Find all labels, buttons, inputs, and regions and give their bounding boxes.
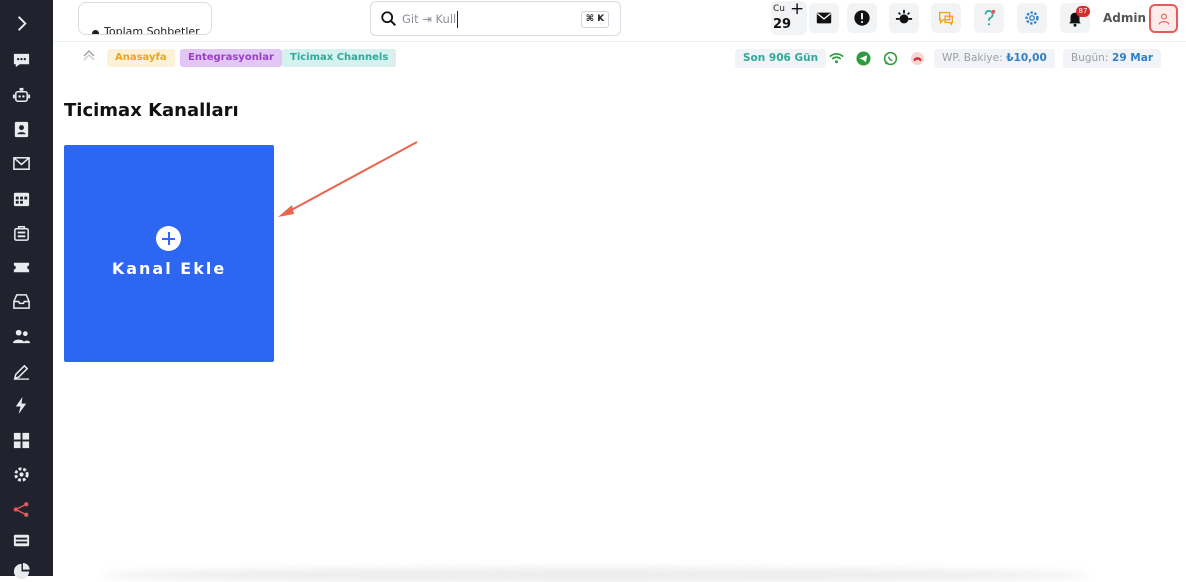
search-shortcut: ⌘ K xyxy=(581,11,609,28)
share-icon[interactable] xyxy=(11,499,31,519)
total-chats-widget[interactable]: Toplam Sohbetler xyxy=(78,2,212,35)
edit-icon[interactable] xyxy=(11,361,31,381)
wp-balance-label: WP. Bakiye: xyxy=(942,52,1003,64)
days-label: Son 906 Gün xyxy=(743,52,819,64)
calendar-date: 29 xyxy=(773,17,792,32)
top-bar: Toplam Sohbetler Git ⇥ Kull ⌘ K Cu 29 + … xyxy=(53,0,1186,42)
user-name[interactable]: Admin xyxy=(1103,11,1146,25)
chevron-right-icon[interactable] xyxy=(11,13,31,33)
today-badge: Bugün: 29 Mar xyxy=(1063,49,1162,68)
total-chats-label: Toplam Sohbetler xyxy=(104,25,200,35)
inbox-icon[interactable] xyxy=(11,291,31,311)
search-box[interactable]: Git ⇥ Kull ⌘ K xyxy=(370,1,621,36)
add-channel-card[interactable]: Kanal Ekle xyxy=(64,145,274,362)
mail-icon[interactable] xyxy=(11,153,31,173)
help-button[interactable] xyxy=(974,3,1004,33)
chat-bubble-icon xyxy=(939,11,953,26)
exclamation-icon xyxy=(854,10,870,26)
search-input[interactable]: Git ⇥ Kull xyxy=(402,12,456,26)
chat-icon[interactable] xyxy=(11,50,31,70)
days-badge: Son 906 Gün xyxy=(735,49,827,68)
notification-count-badge: 87 xyxy=(1076,6,1090,17)
users-icon[interactable] xyxy=(11,326,31,346)
sidebar xyxy=(0,0,53,579)
breadcrumb-home[interactable]: Anasayfa xyxy=(107,49,175,67)
wifi-icon xyxy=(828,50,845,67)
page-title: Ticimax Kanalları xyxy=(64,100,239,121)
plus-circle-icon xyxy=(156,226,181,251)
gear-icon xyxy=(1025,11,1039,25)
question-icon xyxy=(984,9,996,26)
add-event-icon[interactable]: + xyxy=(790,0,804,19)
notifications-button[interactable]: 87 xyxy=(1060,3,1090,33)
whatsapp-icon[interactable] xyxy=(882,50,899,67)
settings-button[interactable] xyxy=(1017,3,1047,33)
wp-balance-badge: WP. Bakiye: ₺10,00 xyxy=(934,49,1055,68)
annotation-arrow xyxy=(278,141,418,217)
calendar-icon[interactable] xyxy=(11,188,31,208)
calendar-widget[interactable]: Cu 29 + xyxy=(771,0,807,35)
bag-icon[interactable] xyxy=(11,222,31,242)
grid-icon[interactable] xyxy=(11,430,31,450)
status-dot xyxy=(92,30,99,34)
keyboard-icon[interactable] xyxy=(11,530,31,550)
wp-balance-value: ₺10,00 xyxy=(1006,52,1047,64)
envelope-icon xyxy=(816,12,832,24)
bulb-icon xyxy=(895,9,913,24)
breadcrumb-integrations[interactable]: Entegrasyonlar xyxy=(180,49,282,67)
pie-chart-icon[interactable] xyxy=(11,561,31,581)
ticket-icon[interactable] xyxy=(11,257,31,277)
messages-button[interactable] xyxy=(809,3,839,33)
telegram-icon[interactable] xyxy=(855,50,872,67)
calendar-day: Cu xyxy=(773,4,785,14)
add-channel-label: Kanal Ekle xyxy=(111,259,227,278)
lightning-icon[interactable] xyxy=(11,395,31,415)
avatar[interactable] xyxy=(1149,4,1178,33)
phone-icon[interactable] xyxy=(909,50,926,67)
contacts-icon[interactable] xyxy=(11,119,31,139)
chevron-up-icon[interactable] xyxy=(82,49,96,63)
today-label: Bugün: xyxy=(1071,52,1109,64)
robot-icon[interactable] xyxy=(11,85,31,105)
user-icon xyxy=(1158,13,1169,25)
text-cursor xyxy=(457,11,458,28)
divider xyxy=(394,49,395,67)
bottom-shadow xyxy=(100,568,1090,582)
theme-button[interactable] xyxy=(889,3,919,33)
search-icon xyxy=(381,11,397,27)
alerts-button[interactable] xyxy=(847,3,877,33)
chat-assistant-button[interactable] xyxy=(931,3,961,33)
settings-icon[interactable] xyxy=(11,464,31,484)
today-value: 29 Mar xyxy=(1112,52,1154,64)
breadcrumb-ticimax-channels[interactable]: Ticimax Channels xyxy=(282,49,397,67)
